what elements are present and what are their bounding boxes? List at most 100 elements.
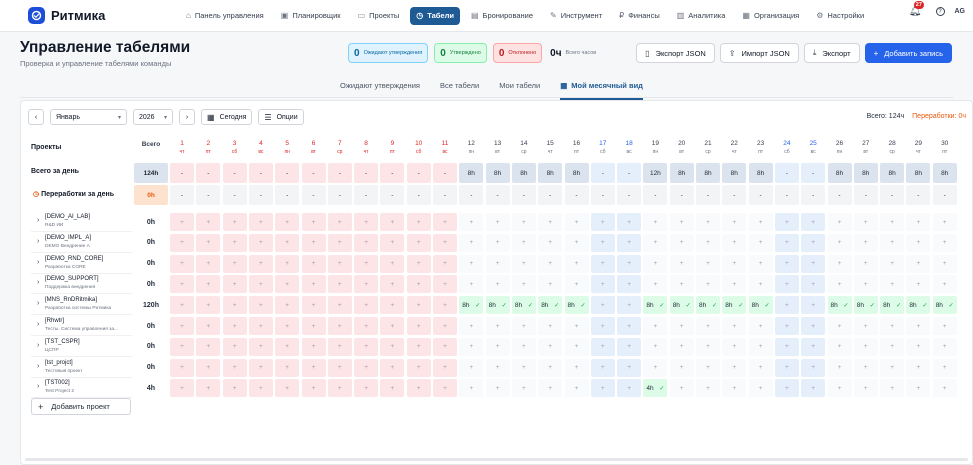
hour-cell[interactable]: +	[669, 233, 694, 252]
hour-cell[interactable]: +	[617, 337, 642, 356]
hour-cell[interactable]: +	[538, 317, 563, 335]
hour-cell[interactable]: +	[801, 379, 826, 398]
hour-cell[interactable]: +	[406, 296, 431, 315]
hour-cell[interactable]: 8h ✓	[696, 296, 720, 315]
project-row-name[interactable]: › [MNS_RnDRitmika] Разработка системы Ритм…	[31, 295, 132, 316]
hour-cell[interactable]: +	[669, 254, 694, 273]
chevron-right-icon[interactable]: ›	[37, 383, 39, 390]
hour-cell[interactable]: +	[538, 213, 563, 231]
hour-cell[interactable]: +	[932, 233, 957, 252]
hour-cell[interactable]: +	[248, 254, 273, 273]
hour-cell[interactable]: +	[853, 337, 878, 356]
notifications-button[interactable]: 🔔︎ 27	[909, 1, 924, 17]
project-row-name[interactable]: › [TST_CSPR] ЦСПР	[31, 336, 132, 357]
hour-cell[interactable]: +	[774, 275, 799, 294]
hour-cell[interactable]: +	[722, 337, 747, 356]
hour-cell[interactable]: +	[801, 254, 826, 273]
hour-cell[interactable]: +	[774, 317, 799, 335]
hour-cell[interactable]: +	[222, 317, 247, 335]
hour-cell[interactable]: +	[459, 254, 484, 273]
hour-cell[interactable]: +	[774, 254, 799, 273]
hour-cell[interactable]: +	[433, 254, 457, 273]
hour-cell[interactable]: 8h ✓	[485, 296, 510, 315]
hour-cell[interactable]: +	[643, 358, 668, 377]
hour-cell[interactable]: +	[748, 275, 773, 294]
hour-cell[interactable]: +	[696, 337, 720, 356]
hour-cell[interactable]: +	[906, 213, 931, 231]
project-row-name[interactable]: › [DEMO_IMPL_A] DEMO Внедрение A	[31, 232, 132, 253]
hour-cell[interactable]: +	[301, 379, 326, 398]
hour-cell[interactable]: +	[354, 233, 379, 252]
hour-cell[interactable]: +	[406, 275, 431, 294]
hour-cell[interactable]: +	[669, 317, 694, 335]
add-entry-button[interactable]: + Добавить запись	[864, 43, 952, 63]
hour-cell[interactable]: +	[511, 317, 536, 335]
hour-cell[interactable]: +	[774, 358, 799, 377]
hour-cell[interactable]: +	[511, 254, 536, 273]
hour-cell[interactable]: +	[354, 317, 379, 335]
hour-cell[interactable]: 8h ✓	[643, 296, 668, 315]
hour-cell[interactable]: +	[248, 379, 273, 398]
hour-cell[interactable]: +	[248, 213, 273, 231]
hour-cell[interactable]: +	[827, 254, 852, 273]
hour-cell[interactable]: +	[196, 337, 221, 356]
nav-item-5[interactable]: ✎ Инструмент	[544, 7, 608, 25]
hour-cell[interactable]: +	[827, 358, 852, 377]
hour-cell[interactable]: +	[459, 337, 484, 356]
hour-cell[interactable]: +	[538, 233, 563, 252]
hour-cell[interactable]: +	[196, 254, 221, 273]
project-row-name[interactable]: › [DEMO_SUPPORT] Поддержка внедрения	[31, 274, 132, 295]
hour-cell[interactable]: +	[327, 379, 352, 398]
hour-cell[interactable]: +	[327, 317, 352, 335]
hour-cell[interactable]: +	[590, 254, 615, 273]
hour-cell[interactable]: +	[196, 275, 221, 294]
nav-item-3[interactable]: ◷ Табели	[410, 6, 460, 25]
hour-cell[interactable]: +	[406, 233, 431, 252]
hour-cell[interactable]: +	[170, 254, 194, 273]
hour-cell[interactable]: +	[932, 358, 957, 377]
hour-cell[interactable]: +	[327, 233, 352, 252]
hour-cell[interactable]: +	[722, 233, 747, 252]
project-row-name[interactable]: › [Rhwtr] Тесты. Система управления за...	[31, 316, 132, 336]
hour-cell[interactable]: +	[696, 254, 720, 273]
hour-cell[interactable]: +	[617, 275, 642, 294]
hour-cell[interactable]: +	[433, 337, 457, 356]
hour-cell[interactable]: +	[669, 358, 694, 377]
hour-cell[interactable]: +	[880, 358, 905, 377]
hour-cell[interactable]: +	[538, 275, 563, 294]
hour-cell[interactable]: +	[696, 358, 720, 377]
hour-cell[interactable]: +	[643, 254, 668, 273]
hour-cell[interactable]: +	[906, 317, 931, 335]
hour-cell[interactable]: +	[827, 275, 852, 294]
hour-cell[interactable]: +	[248, 275, 273, 294]
hour-cell[interactable]: +	[196, 233, 221, 252]
hour-cell[interactable]: +	[511, 379, 536, 398]
hour-cell[interactable]: +	[354, 254, 379, 273]
hour-cell[interactable]: +	[196, 296, 221, 315]
hour-cell[interactable]: +	[380, 254, 405, 273]
hour-cell[interactable]: +	[748, 233, 773, 252]
hour-cell[interactable]: +	[617, 317, 642, 335]
hour-cell[interactable]: +	[774, 379, 799, 398]
hour-cell[interactable]: +	[590, 358, 615, 377]
hour-cell[interactable]: +	[617, 358, 642, 377]
hour-cell[interactable]: +	[485, 275, 510, 294]
hour-cell[interactable]: +	[801, 317, 826, 335]
hour-cell[interactable]: +	[643, 213, 668, 231]
hour-cell[interactable]: +	[433, 379, 457, 398]
hour-cell[interactable]: +	[827, 317, 852, 335]
hour-cell[interactable]: +	[485, 337, 510, 356]
hour-cell[interactable]: +	[354, 379, 379, 398]
hour-cell[interactable]: +	[485, 379, 510, 398]
hour-cell[interactable]: +	[459, 275, 484, 294]
project-row-name[interactable]: › [tst_projct] Тестовый проект	[31, 357, 132, 378]
hour-cell[interactable]: +	[643, 275, 668, 294]
hour-cell[interactable]: +	[590, 379, 615, 398]
hour-cell[interactable]: +	[590, 296, 615, 315]
hour-cell[interactable]: +	[433, 275, 457, 294]
hour-cell[interactable]: +	[327, 275, 352, 294]
year-select[interactable]: 2026 ▾	[133, 109, 173, 125]
export-button[interactable]: ⤓ Экспорт	[803, 43, 860, 63]
hour-cell[interactable]: +	[880, 275, 905, 294]
hour-cell[interactable]: +	[248, 317, 273, 335]
